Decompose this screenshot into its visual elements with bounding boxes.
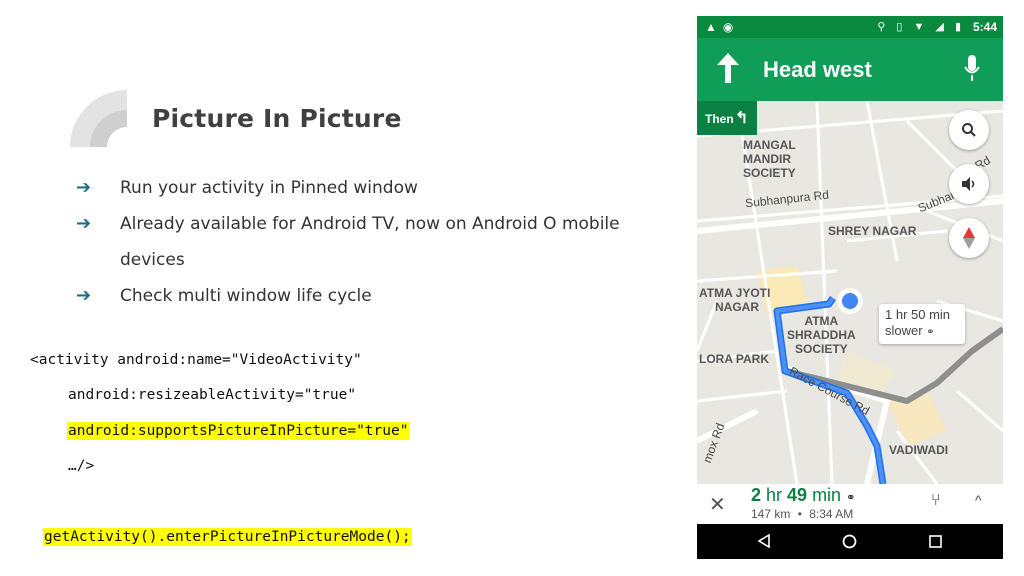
traffic-delay-label: slower	[885, 323, 923, 338]
slide-title: Picture In Picture	[152, 104, 402, 133]
bullet-item: ➔ Check multi window life cycle	[76, 278, 676, 314]
status-time: 5:44	[972, 20, 997, 34]
notification-icons: ▲◉	[705, 20, 740, 34]
straight-arrow-icon	[717, 53, 739, 83]
search-icon	[962, 123, 976, 137]
microphone-icon[interactable]	[963, 54, 981, 84]
traffic-delay-callout[interactable]: 1 hr 50 min slower ⚭	[879, 304, 965, 344]
direction-instruction: Head west	[763, 57, 872, 82]
code-line-close-tag: …/>	[68, 458, 95, 474]
map-label-atma-jyoti: ATMA JYOTI NAGAR	[699, 286, 771, 314]
eta-duration: 2 hr 49 min ⚭	[751, 485, 856, 505]
expand-chevron-up-icon[interactable]: ^	[975, 492, 982, 508]
turn-left-icon: ↰	[735, 110, 749, 127]
bullet-text: devices	[120, 250, 185, 270]
bullet-item: ➔ Already available for Android TV, now o…	[76, 206, 676, 242]
then-label: Then	[705, 112, 734, 126]
arrow-bullet-icon: ➔	[76, 285, 92, 306]
bullet-item-continuation: devices	[76, 242, 676, 278]
traffic-icon: ⚭	[846, 492, 856, 504]
navigation-header: Head west	[697, 38, 1003, 101]
map-label-atma-shraddha: ATMA SHRADDHA SOCIETY	[787, 314, 856, 356]
code-line-resizeable: android:resizeableActivity="true"	[68, 387, 357, 403]
home-icon[interactable]	[842, 534, 857, 549]
back-icon[interactable]	[757, 534, 771, 548]
traffic-delay-time: 1 hr 50 min	[885, 307, 951, 322]
map-label-shrey-nagar: SHREY NAGAR	[828, 224, 917, 238]
arrow-bullet-icon: ➔	[76, 213, 92, 234]
bullet-list: ➔ Run your activity in Pinned window ➔ Alr…	[76, 170, 676, 314]
close-icon[interactable]: ✕	[709, 492, 726, 517]
code-line-enter-pip-highlighted: getActivity().enterPictureInPictureMode(…	[43, 528, 412, 546]
bullet-text: Run your activity in Pinned window	[120, 178, 418, 198]
recent-apps-icon[interactable]	[929, 535, 942, 548]
android-navigation-bar	[697, 524, 1003, 559]
compass-button[interactable]	[949, 218, 989, 258]
bullet-text: Check multi window life cycle	[120, 286, 372, 306]
arrow-bullet-icon: ➔	[76, 177, 92, 198]
trip-distance: 147 km	[751, 507, 791, 521]
alternate-routes-icon[interactable]: ⑂	[931, 492, 941, 510]
then-turn-box: Then ↰	[697, 101, 757, 135]
status-icons: ⚲ ▯ ▼ ◢ ▮	[877, 21, 965, 33]
arrival-time: 8:34 AM	[809, 507, 854, 521]
map-label-vadiwadi: VADIWADI	[889, 443, 949, 457]
current-location-icon	[842, 293, 858, 309]
status-bar: ▲◉ ⚲ ▯ ▼ ◢ ▮ 5:44	[697, 16, 1003, 38]
map-label-mangal: MANGAL MANDIR SOCIETY	[743, 138, 796, 180]
compass-icon	[963, 227, 975, 249]
sound-button[interactable]	[949, 164, 989, 204]
search-button[interactable]	[949, 110, 989, 150]
trip-summary-bar: ✕ 2 hr 49 min ⚭ 147 km • 8:34 AM ⑂ ^	[697, 484, 1003, 524]
traffic-icon: ⚭	[926, 327, 935, 338]
map-label-lora-park: LORA PARK	[699, 352, 769, 366]
bullet-item: ➔ Run your activity in Pinned window	[76, 170, 676, 206]
eta-details: 147 km • 8:34 AM	[751, 507, 854, 521]
bullet-text: Already available for Android TV, now on…	[120, 214, 620, 234]
code-line-activity: <activity android:name="VideoActivity"	[30, 352, 362, 368]
code-line-pip-highlighted: android:supportsPictureInPicture="true"	[67, 422, 410, 440]
title-decoration	[70, 90, 127, 147]
volume-icon	[962, 177, 975, 191]
phone-screenshot: MANGAL MANDIR SOCIETY Subhanpura Rd Subhan…	[697, 16, 1003, 559]
